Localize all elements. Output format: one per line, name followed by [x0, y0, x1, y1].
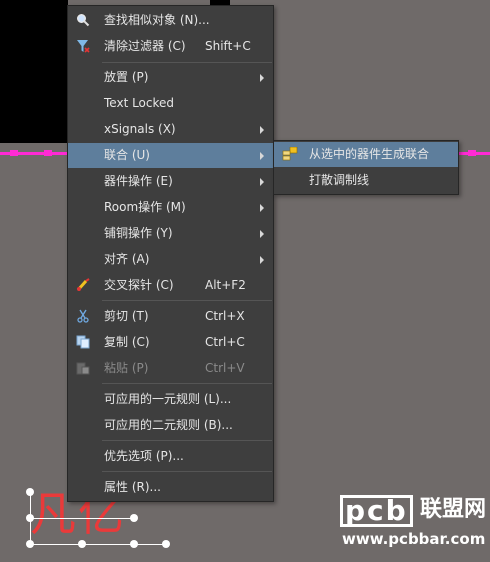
search-icon — [76, 13, 90, 27]
cross-probe-icon — [76, 278, 90, 292]
union-submenu: 从选中的器件生成联合 打散调制线 — [273, 140, 459, 195]
watermark: pcb 联盟网 www.pcbbar.com — [340, 494, 490, 562]
union-icon — [282, 146, 298, 161]
menu-item-properties[interactable]: 属性 (R)... — [68, 475, 273, 500]
clear-filter-icon — [76, 39, 90, 53]
submenu-item-break-union[interactable]: 打散调制线 — [274, 168, 458, 193]
submenu-arrow-icon — [260, 230, 264, 238]
watermark-brand: pcb — [340, 494, 415, 527]
selection-handle[interactable] — [26, 540, 34, 548]
menu-item-align[interactable]: 对齐 (A) — [68, 247, 273, 272]
selection-handle[interactable] — [162, 540, 170, 548]
selection-border-mid — [30, 518, 135, 519]
submenu-arrow-icon — [260, 126, 264, 134]
context-menu: 查找相似对象 (N)... 清除过滤器 (C) Shift+C 放置 (P) T… — [67, 5, 274, 502]
menu-item-clear-filter[interactable]: 清除过滤器 (C) Shift+C — [68, 34, 273, 59]
menu-separator — [102, 383, 272, 384]
menu-item-unary-rules[interactable]: 可应用的一元规则 (L)... — [68, 387, 273, 412]
menu-separator — [102, 440, 272, 441]
submenu-arrow-icon — [260, 74, 264, 82]
menu-item-union[interactable]: 联合 (U) — [68, 143, 273, 168]
menu-item-paste[interactable]: 粘贴 (P) Ctrl+V — [68, 356, 273, 381]
menu-separator — [102, 62, 272, 63]
watermark-url: www.pcbbar.com — [342, 530, 486, 548]
scissors-icon — [76, 309, 90, 323]
menu-item-cross-probe[interactable]: 交叉探针 (C) Alt+F2 — [68, 273, 273, 298]
menu-item-polygon-actions[interactable]: 铺铜操作 (Y) — [68, 221, 273, 246]
menu-separator — [102, 300, 272, 301]
selection-handle[interactable] — [130, 514, 138, 522]
submenu-arrow-icon — [260, 204, 264, 212]
selection-handle[interactable] — [130, 540, 138, 548]
magenta-pad-left — [10, 150, 18, 156]
selection-handle[interactable] — [26, 488, 34, 496]
paste-icon — [76, 361, 90, 375]
selection-handle[interactable] — [26, 514, 34, 522]
watermark-cn: 联盟网 — [420, 497, 487, 522]
submenu-arrow-icon — [260, 256, 264, 264]
menu-item-text-locked[interactable]: Text Locked — [68, 91, 273, 116]
selection-border-bottom — [30, 544, 166, 545]
selection-handle[interactable] — [78, 540, 86, 548]
magenta-pad-mid — [44, 150, 52, 156]
copy-icon — [76, 335, 90, 349]
menu-separator — [102, 471, 272, 472]
submenu-arrow-icon — [260, 152, 264, 160]
magenta-pad-right — [468, 150, 476, 156]
menu-item-room-actions[interactable]: Room操作 (M) — [68, 195, 273, 220]
submenu-arrow-icon — [260, 178, 264, 186]
canvas-black-region — [0, 0, 68, 143]
menu-item-xsignals[interactable]: xSignals (X) — [68, 117, 273, 142]
menu-item-copy[interactable]: 复制 (C) Ctrl+C — [68, 330, 273, 355]
menu-item-component-actions[interactable]: 器件操作 (E) — [68, 169, 273, 194]
menu-item-preferences[interactable]: 优先选项 (P)... — [68, 444, 273, 469]
submenu-item-create-union[interactable]: 从选中的器件生成联合 — [274, 142, 458, 167]
menu-item-find-similar[interactable]: 查找相似对象 (N)... — [68, 8, 273, 33]
menu-item-cut[interactable]: 剪切 (T) Ctrl+X — [68, 304, 273, 329]
menu-item-binary-rules[interactable]: 可应用的二元规则 (B)... — [68, 413, 273, 438]
menu-item-place[interactable]: 放置 (P) — [68, 65, 273, 90]
